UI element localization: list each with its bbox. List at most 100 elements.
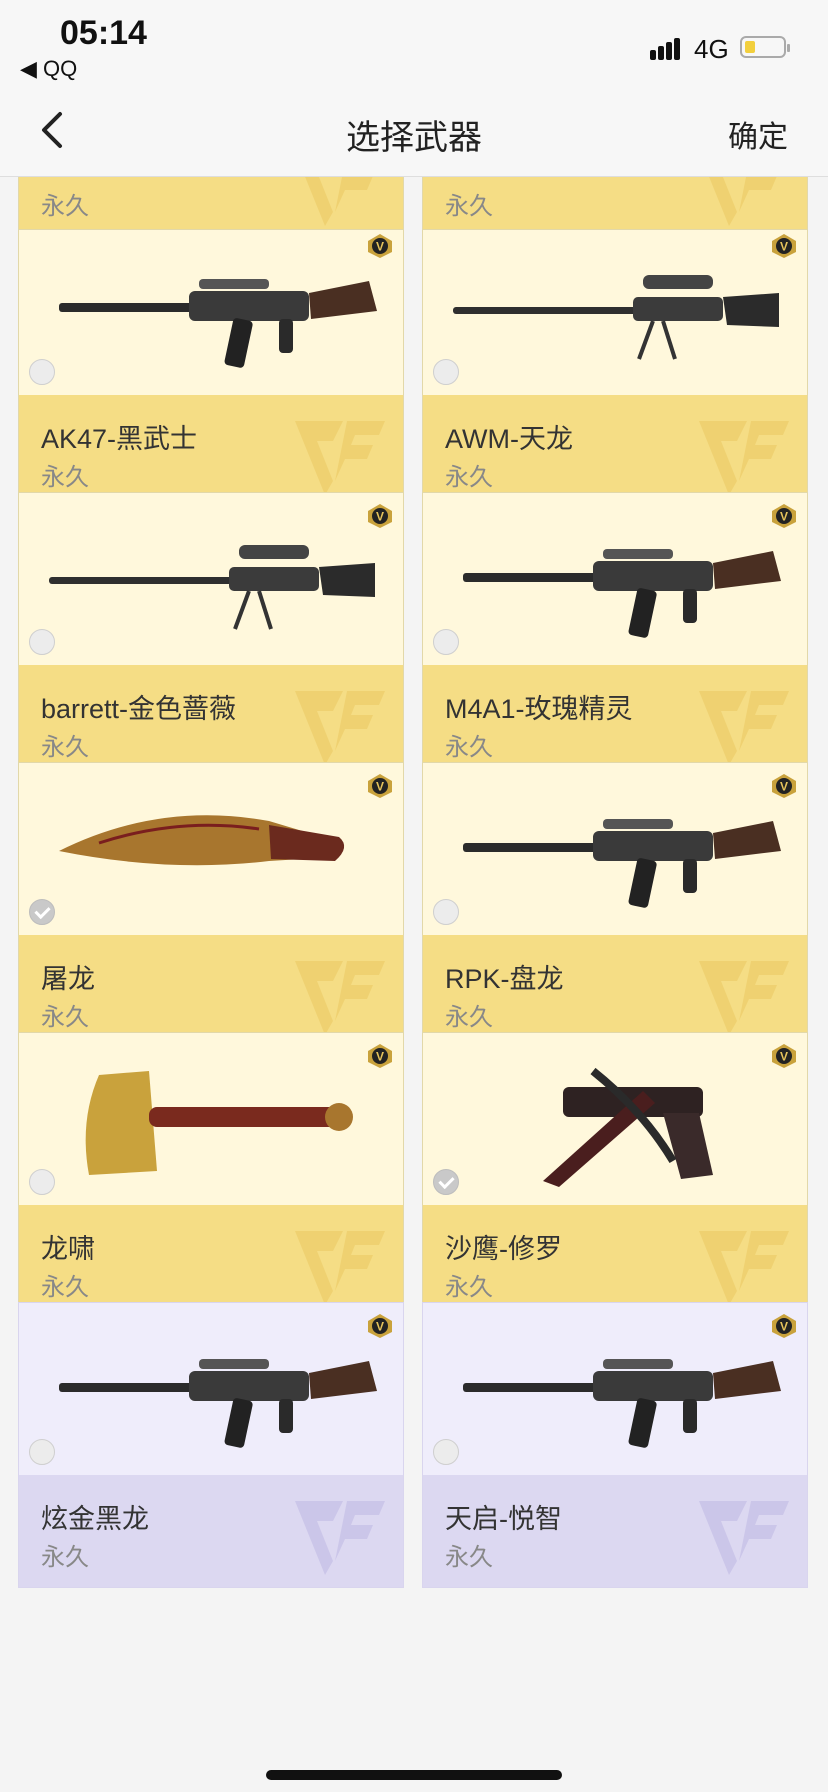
pistol-icon [543, 1067, 713, 1187]
weapon-duration: 永久 [41, 193, 89, 220]
cf-watermark-icon [708, 176, 777, 226]
axe-icon [85, 1071, 353, 1175]
network-type: 4G [694, 34, 729, 64]
select-radio[interactable] [433, 899, 459, 925]
rifle-icon [463, 819, 781, 908]
weapon-duration: 永久 [445, 1004, 493, 1031]
select-radio[interactable] [433, 1169, 459, 1195]
weapon-image: V [19, 1033, 403, 1205]
battery-icon [740, 36, 790, 58]
weapon-duration: 永久 [41, 734, 89, 761]
weapon-image: V [19, 223, 403, 395]
signal-icon [650, 36, 690, 60]
knife-icon [59, 815, 345, 866]
weapon-name: AWM-天龙 [445, 424, 573, 454]
select-radio[interactable] [433, 1439, 459, 1465]
weapon-card[interactable]: V M4A1-玫瑰精灵 永久 [422, 492, 808, 778]
weapon-duration: 永久 [445, 1544, 493, 1571]
weapon-card-partial[interactable]: 永久 [18, 176, 404, 230]
weapon-card[interactable]: V 炫金黑龙 永久 [18, 1302, 404, 1588]
select-radio[interactable] [29, 899, 55, 925]
page-title: 选择武器 [346, 119, 482, 157]
back-to-app-link[interactable]: ◀ QQ [20, 56, 77, 82]
cf-watermark-icon [295, 691, 385, 765]
weapon-name: 天启-悦智 [445, 1504, 562, 1534]
weapon-info: 炫金黑龙 永久 [19, 1475, 403, 1587]
weapon-info: 天启-悦智 永久 [423, 1475, 807, 1587]
svg-text:V: V [780, 780, 788, 794]
cf-watermark-icon [295, 961, 385, 1035]
svg-text:V: V [780, 1320, 788, 1334]
weapon-image: V [19, 1303, 403, 1475]
vip-badge-icon: V [368, 504, 392, 528]
svg-text:V: V [376, 1050, 384, 1064]
svg-text:V: V [780, 510, 788, 524]
svg-text:V: V [376, 510, 384, 524]
weapon-duration: 永久 [41, 464, 89, 491]
vip-badge-icon: V [368, 1314, 392, 1338]
cf-watermark-icon [699, 961, 789, 1035]
weapon-image: V [19, 493, 403, 665]
weapon-duration: 永久 [445, 464, 493, 491]
svg-text:V: V [780, 1050, 788, 1064]
select-radio[interactable] [29, 629, 55, 655]
nav-bar: 选择武器 确定 [0, 88, 828, 177]
weapon-card[interactable]: V AWM-天龙 永久 [422, 222, 808, 508]
weapon-name: barrett-金色蔷薇 [41, 694, 237, 724]
svg-text:V: V [780, 240, 788, 254]
rifle-icon [463, 549, 781, 638]
weapon-name: 沙鹰-修罗 [445, 1234, 562, 1264]
weapon-card[interactable]: V 屠龙 永久 [18, 762, 404, 1048]
weapon-image: V [423, 763, 807, 935]
weapon-name: M4A1-玫瑰精灵 [445, 694, 633, 724]
confirm-button[interactable]: 确定 [728, 112, 788, 156]
vip-badge-icon: V [772, 234, 796, 258]
weapon-name: 龙啸 [41, 1234, 95, 1264]
cf-watermark-icon [699, 1231, 789, 1305]
svg-text:V: V [376, 240, 384, 254]
weapon-image: V [423, 223, 807, 395]
weapon-duration: 永久 [445, 1274, 493, 1301]
rifle-icon [59, 279, 377, 368]
weapon-card[interactable]: V barrett-金色蔷薇 永久 [18, 492, 404, 778]
select-radio[interactable] [29, 359, 55, 385]
cf-watermark-icon [699, 691, 789, 765]
svg-text:V: V [376, 780, 384, 794]
rifle-icon [59, 1359, 377, 1448]
weapon-name: AK47-黑武士 [41, 424, 198, 454]
weapon-duration: 永久 [445, 193, 493, 220]
vip-badge-icon: V [368, 774, 392, 798]
home-indicator [266, 1770, 562, 1780]
weapon-image: V [423, 1303, 807, 1475]
weapon-card[interactable]: V RPK-盘龙 永久 [422, 762, 808, 1048]
vip-badge-icon: V [772, 1314, 796, 1338]
weapon-image: V [423, 1033, 807, 1205]
vip-badge-icon: V [772, 504, 796, 528]
weapon-grid: V AK47-黑武士 永久 V AWM-天龙 永久 V barrett-金色蔷薇… [0, 176, 828, 1792]
sniper-icon [49, 545, 375, 630]
rifle-icon [463, 1359, 781, 1448]
cf-watermark-icon [699, 1501, 789, 1575]
select-radio[interactable] [29, 1169, 55, 1195]
weapon-image: V [423, 493, 807, 665]
status-time: 05:14 [60, 14, 147, 52]
weapon-duration: 永久 [41, 1274, 89, 1301]
svg-text:V: V [376, 1320, 384, 1334]
cf-watermark-icon [699, 421, 789, 495]
cf-watermark-icon [295, 1231, 385, 1305]
select-radio[interactable] [433, 629, 459, 655]
select-radio[interactable] [29, 1439, 55, 1465]
select-radio[interactable] [433, 359, 459, 385]
weapon-card[interactable]: V AK47-黑武士 永久 [18, 222, 404, 508]
weapon-card[interactable]: V 龙啸 永久 [18, 1032, 404, 1318]
weapon-name: 屠龙 [41, 964, 95, 994]
weapon-image: V [19, 763, 403, 935]
weapon-name: RPK-盘龙 [445, 964, 564, 994]
weapon-card-partial[interactable]: 永久 [422, 176, 808, 230]
weapon-card[interactable]: V 沙鹰-修罗 永久 [422, 1032, 808, 1318]
weapon-card[interactable]: V 天启-悦智 永久 [422, 1302, 808, 1588]
sniper-icon [453, 275, 779, 360]
weapon-duration: 永久 [41, 1544, 89, 1571]
status-bar: 05:14 ◀ QQ 4G [0, 0, 828, 88]
vip-badge-icon: V [368, 1044, 392, 1068]
